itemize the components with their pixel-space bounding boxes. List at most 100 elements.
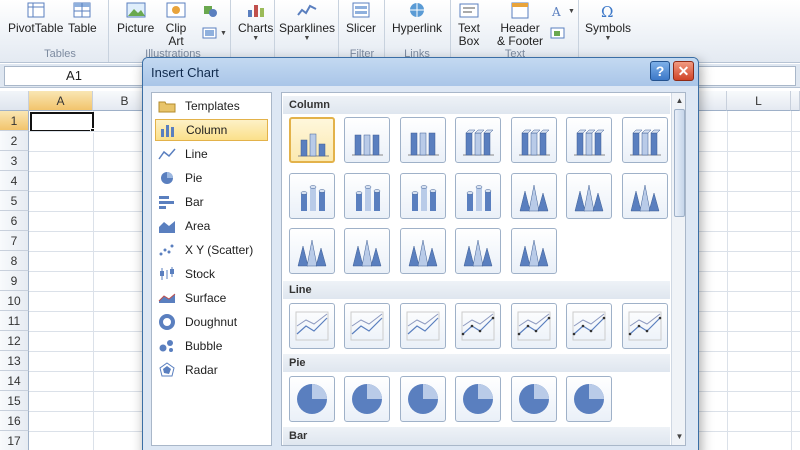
column-header-l[interactable]: L — [727, 91, 791, 111]
thumb-100-stacked-line-markers[interactable] — [566, 303, 612, 349]
thumb-pie-of-pie[interactable] — [400, 376, 446, 422]
type-scatter[interactable]: X Y (Scatter) — [155, 239, 268, 261]
row-header[interactable]: 8 — [0, 251, 29, 271]
row-header[interactable]: 10 — [0, 291, 29, 311]
type-stock[interactable]: Stock — [155, 263, 268, 285]
thumb-stacked-cylinder[interactable] — [344, 173, 390, 219]
thumb-100-stacked-cone[interactable] — [622, 173, 668, 219]
thumb-line[interactable] — [289, 303, 335, 349]
row-header[interactable]: 15 — [0, 391, 29, 411]
row-header[interactable]: 14 — [0, 371, 29, 391]
help-button[interactable]: ? — [650, 61, 670, 81]
scroll-down-icon[interactable]: ▼ — [673, 430, 685, 443]
type-templates[interactable]: Templates — [155, 95, 268, 117]
pivottable-button[interactable]: PivotTable — [8, 2, 63, 35]
ribbon-separator — [230, 0, 231, 62]
close-button[interactable]: ✕ — [673, 61, 694, 81]
thumb-line-with-markers[interactable] — [455, 303, 501, 349]
type-doughnut[interactable]: Doughnut — [155, 311, 268, 333]
row-header[interactable]: 17 — [0, 431, 29, 450]
thumb-100-stacked-column[interactable] — [400, 117, 446, 163]
row-header[interactable]: 16 — [0, 411, 29, 431]
picture-button[interactable]: Picture — [117, 2, 154, 35]
thumb-3d-cylinder[interactable] — [455, 173, 501, 219]
type-radar[interactable]: Radar — [155, 359, 268, 381]
thumb-stacked-line-markers[interactable] — [511, 303, 557, 349]
text-box-button[interactable]: Text Box — [458, 2, 480, 48]
thumb-3d-stacked-column[interactable] — [511, 117, 557, 163]
active-cell-a1[interactable] — [30, 112, 94, 132]
type-bar[interactable]: Bar — [155, 191, 268, 213]
type-label: Line — [185, 147, 208, 161]
thumb-3d-cone[interactable] — [289, 228, 335, 274]
row-header[interactable]: 11 — [0, 311, 29, 331]
thumb-3d-100-stacked-column[interactable] — [566, 117, 612, 163]
100-stacked-column-icon — [408, 132, 439, 156]
header-footer-button[interactable]: Header & Footer — [497, 2, 543, 48]
thumb-clustered-cylinder[interactable] — [289, 173, 335, 219]
thumb-100-stacked-line[interactable] — [400, 303, 446, 349]
thumb-3d-pie[interactable] — [344, 376, 390, 422]
table-button[interactable]: Table — [68, 2, 97, 35]
row-header[interactable]: 9 — [0, 271, 29, 291]
column-header-k[interactable] — [697, 91, 727, 111]
thumb-100-stacked-pyramid[interactable] — [455, 228, 501, 274]
thumb-100-stacked-cylinder[interactable] — [400, 173, 446, 219]
formula-input[interactable] — [698, 66, 796, 86]
thumb-stacked-pyramid[interactable] — [400, 228, 446, 274]
column-header-a[interactable]: A — [29, 91, 93, 111]
type-pie[interactable]: Pie — [155, 167, 268, 189]
scroll-thumb[interactable] — [674, 109, 685, 217]
wordart-dropdown-icon[interactable]: ▼ — [568, 8, 575, 16]
type-area[interactable]: Area — [155, 215, 268, 237]
wordart-icon[interactable]: A — [550, 4, 566, 18]
slicer-button[interactable]: Slicer — [346, 2, 376, 35]
thumb-exploded-pie[interactable] — [455, 376, 501, 422]
thumb-3d-pyramid[interactable] — [511, 228, 557, 274]
stacked-cone-icon — [574, 184, 604, 212]
gallery-scrollbar[interactable]: ▲ ▼ — [671, 93, 685, 445]
charts-button[interactable]: Charts ▼ — [238, 2, 273, 43]
thumb-3d-exploded-pie[interactable] — [511, 376, 557, 422]
section-header-line: Line — [283, 281, 670, 299]
row-header[interactable]: 6 — [0, 211, 29, 231]
type-column[interactable]: Column — [155, 119, 268, 141]
object-icon[interactable] — [550, 26, 566, 40]
thumb-stacked-column[interactable] — [344, 117, 390, 163]
thumb-pie[interactable] — [289, 376, 335, 422]
sparklines-button[interactable]: Sparklines ▼ — [279, 2, 335, 43]
row-header[interactable]: 7 — [0, 231, 29, 251]
type-surface[interactable]: Surface — [155, 287, 268, 309]
thumb-3d-column[interactable] — [622, 117, 668, 163]
clip-art-button[interactable]: Clip Art — [165, 2, 187, 48]
ribbon: PivotTable Table Tables Picture Clip Art… — [0, 0, 800, 63]
thumb-stacked-line[interactable] — [344, 303, 390, 349]
name-box[interactable]: A1 — [4, 66, 144, 86]
thumb-clustered-cone[interactable] — [511, 173, 557, 219]
screenshot-dropdown-icon[interactable]: ▼ — [220, 30, 227, 38]
row-header[interactable]: 4 — [0, 171, 29, 191]
thumb-3d-line[interactable] — [622, 303, 668, 349]
shapes-icon[interactable] — [202, 4, 218, 18]
dialog-title-bar[interactable]: Insert Chart ? ✕ — [143, 58, 698, 86]
type-line[interactable]: Line — [155, 143, 268, 165]
100-stacked-cone-icon — [630, 184, 660, 212]
scroll-up-icon[interactable]: ▲ — [673, 94, 685, 107]
thumb-bar-of-pie[interactable] — [566, 376, 612, 422]
thumb-3d-clustered-column[interactable] — [455, 117, 501, 163]
row-header[interactable]: 3 — [0, 151, 29, 171]
thumb-clustered-pyramid[interactable] — [344, 228, 390, 274]
row-header[interactable]: 1 — [0, 111, 29, 131]
symbols-button[interactable]: Ω Symbols ▼ — [585, 2, 631, 43]
thumb-clustered-column[interactable] — [289, 117, 335, 163]
row-header[interactable]: 13 — [0, 351, 29, 371]
column-header-m[interactable] — [791, 91, 800, 111]
row-header[interactable]: 2 — [0, 131, 29, 151]
row-header[interactable]: 5 — [0, 191, 29, 211]
screenshot-icon[interactable] — [202, 26, 218, 40]
hyperlink-button[interactable]: Hyperlink — [392, 2, 442, 35]
row-header[interactable]: 12 — [0, 331, 29, 351]
type-bubble[interactable]: Bubble — [155, 335, 268, 357]
thumb-stacked-cone[interactable] — [566, 173, 612, 219]
select-all-corner[interactable] — [0, 91, 29, 111]
